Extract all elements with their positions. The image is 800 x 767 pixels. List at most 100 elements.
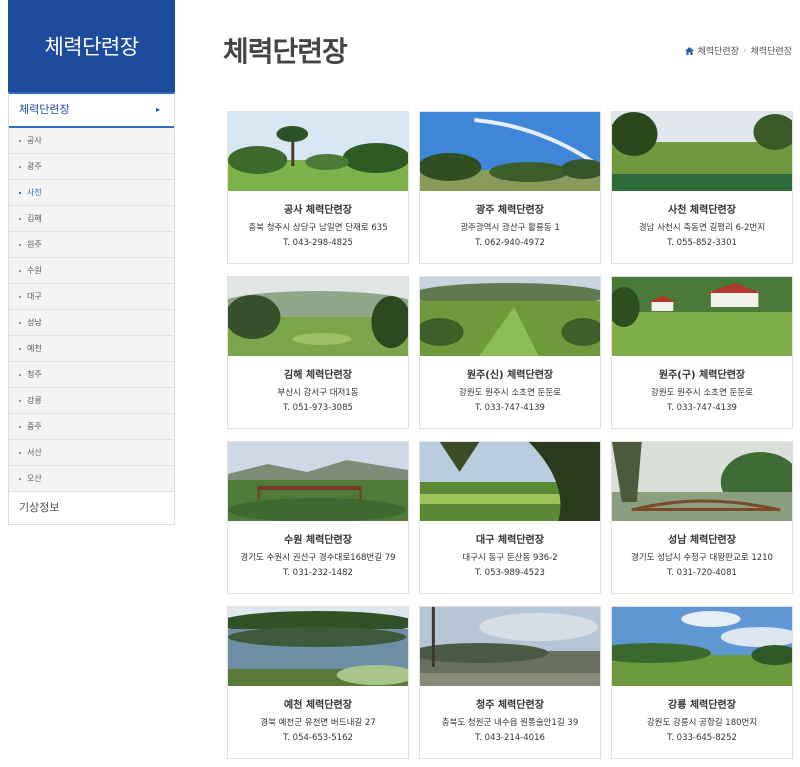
- bullet-icon: [19, 451, 21, 454]
- bullet-icon: [19, 165, 21, 168]
- facility-name: 수원 체력단련장: [284, 535, 352, 546]
- breadcrumb-item[interactable]: 체력단련장: [698, 44, 739, 57]
- facility-photo: [612, 442, 792, 521]
- facility-card[interactable]: 예천 체력단련장 경북 예천군 유천면 버드내길 27 T. 054-653-5…: [227, 606, 409, 759]
- facility-address: 강원도 원주시 소초면 둔둔로: [459, 388, 561, 398]
- facility-photo: [612, 112, 792, 191]
- facility-phone: T. 055-852-3301: [667, 238, 737, 248]
- sidebar-subitem[interactable]: 수원: [9, 258, 174, 284]
- facility-card[interactable]: 청주 체력단련장 충북도 청원군 내수읍 원통술안1길 39 T. 043-21…: [419, 606, 601, 759]
- bullet-icon: [19, 347, 21, 350]
- facility-name: 대구 체력단련장: [476, 535, 544, 546]
- facility-address: 광주광역시 광산구 활룡동 1: [460, 223, 560, 233]
- facility-address: 강원도 원주시 소초면 둔둔로: [651, 388, 753, 398]
- breadcrumb-item[interactable]: 체력단련장: [751, 44, 792, 57]
- facility-phone: T. 051-973-3085: [283, 403, 353, 413]
- facility-address: 충북 청주시 상당구 남일면 단재로 635: [248, 223, 388, 233]
- facility-name: 성남 체력단련장: [668, 535, 736, 546]
- facility-phone: T. 033-747-4139: [667, 403, 737, 413]
- bullet-icon: [19, 191, 21, 194]
- sidebar-subitem[interactable]: 공사: [9, 128, 174, 154]
- bullet-icon: [19, 477, 21, 480]
- sidebar-subitem[interactable]: 김해: [9, 206, 174, 232]
- bullet-icon: [19, 373, 21, 376]
- sidebar-subitem[interactable]: 중주: [9, 414, 174, 440]
- facility-name: 강릉 체력단련장: [668, 700, 736, 711]
- breadcrumb: 체력단련장 › 체력단련장: [684, 44, 792, 57]
- facility-name: 공사 체력단련장: [284, 205, 352, 216]
- bullet-icon: [19, 399, 21, 402]
- facility-address: 부산시 강서구 대저1동: [277, 388, 359, 398]
- facility-card[interactable]: 원주(신) 체력단련장 강원도 원주시 소초면 둔둔로 T. 033-747-4…: [419, 276, 601, 429]
- bullet-icon: [19, 425, 21, 428]
- sidebar-subitem[interactable]: 예천: [9, 336, 174, 362]
- sidebar-title: 체력단련장: [8, 0, 175, 92]
- facility-card[interactable]: 사천 체력단련장 경남 사천시 축동면 길평리 6-2번지 T. 055-852…: [611, 111, 793, 264]
- facility-card[interactable]: 광주 체력단련장 광주광역시 광산구 활룡동 1 T. 062-940-4972: [419, 111, 601, 264]
- facility-photo: [228, 442, 408, 521]
- facility-phone: T. 043-298-4825: [283, 238, 353, 248]
- facility-photo: [420, 607, 600, 686]
- chevron-right-icon: ▸: [155, 105, 160, 114]
- breadcrumb-separator: ›: [742, 45, 747, 56]
- facility-card[interactable]: 대구 체력단련장 대구시 동구 둔산동 936-2 T. 053-989-452…: [419, 441, 601, 594]
- facility-card[interactable]: 수원 체력단련장 경기도 수원시 권선구 경수대로168번길 79 T. 031…: [227, 441, 409, 594]
- facility-name: 청주 체력단련장: [476, 700, 544, 711]
- facility-address: 경남 사천시 축동면 길평리 6-2번지: [638, 223, 766, 233]
- facility-photo: [420, 277, 600, 356]
- facility-phone: T. 033-747-4139: [475, 403, 545, 413]
- sidebar-subitem[interactable]: 성남: [9, 310, 174, 336]
- facility-photo: [228, 607, 408, 686]
- sidebar-subitem[interactable]: 원주: [9, 232, 174, 258]
- sidebar-menu: 체력단련장 ▸ 공사 광주 사천 김해 원주 수원 대구 성남 예천 청주 강릉…: [8, 92, 175, 525]
- facility-card[interactable]: 강릉 체력단련장 강원도 강릉시 공항길 180번지 T. 033-645-82…: [611, 606, 793, 759]
- facility-phone: T. 062-940-4972: [475, 238, 545, 248]
- home-icon[interactable]: [684, 46, 694, 55]
- facility-photo: [420, 112, 600, 191]
- page-title: 체력단련장: [223, 35, 348, 68]
- facility-photo: [420, 442, 600, 521]
- facility-name: 사천 체력단련장: [668, 205, 736, 216]
- sidebar-subitem[interactable]: 서산: [9, 440, 174, 466]
- facility-card[interactable]: 성남 체력단련장 경기도 성남시 수정구 대왕판교로 1210 T. 031-7…: [611, 441, 793, 594]
- bullet-icon: [19, 295, 21, 298]
- facility-address: 경기도 성남시 수정구 대왕판교로 1210: [631, 553, 773, 563]
- facility-address: 경기도 수원시 권선구 경수대로168번길 79: [240, 553, 396, 563]
- bullet-icon: [19, 321, 21, 324]
- sidebar-item-active[interactable]: 체력단련장 ▸: [9, 94, 174, 128]
- facility-phone: T. 053-989-4523: [475, 568, 545, 578]
- facility-card[interactable]: 공사 체력단련장 충북 청주시 상당구 남일면 단재로 635 T. 043-2…: [227, 111, 409, 264]
- sidebar-subitem[interactable]: 오산: [9, 466, 174, 492]
- facility-phone: T. 031-720-4081: [667, 568, 737, 578]
- facility-name: 원주(구) 체력단련장: [658, 370, 746, 381]
- facility-phone: T. 054-653-5162: [283, 733, 353, 743]
- facility-name: 광주 체력단련장: [476, 205, 544, 216]
- facility-name: 예천 체력단련장: [284, 700, 352, 711]
- sidebar-subitem[interactable]: 대구: [9, 284, 174, 310]
- sidebar-subitem[interactable]: 청주: [9, 362, 174, 388]
- sidebar-item-label: 체력단련장: [19, 103, 70, 116]
- sidebar-subitem[interactable]: 강릉: [9, 388, 174, 414]
- facility-phone: T. 031-232-1482: [283, 568, 353, 578]
- sidebar-subitem-active[interactable]: 사천: [9, 180, 174, 206]
- facility-address: 대구시 동구 둔산동 936-2: [462, 553, 558, 563]
- sidebar-item-weather[interactable]: 기상정보: [9, 492, 174, 524]
- bullet-icon: [19, 269, 21, 272]
- bullet-icon: [19, 243, 21, 246]
- facility-address: 강원도 강릉시 공항길 180번지: [646, 718, 758, 728]
- facility-name: 김해 체력단련장: [284, 370, 352, 381]
- facility-phone: T. 033-645-8252: [667, 733, 737, 743]
- facility-photo: [228, 112, 408, 191]
- facility-address: 충북도 청원군 내수읍 원통술안1길 39: [441, 718, 579, 728]
- sidebar-subitem[interactable]: 광주: [9, 154, 174, 180]
- bullet-icon: [19, 217, 21, 220]
- facility-card[interactable]: 원주(구) 체력단련장 강원도 원주시 소초면 둔둔로 T. 033-747-4…: [611, 276, 793, 429]
- bullet-icon: [19, 139, 21, 142]
- facility-phone: T. 043-214-4016: [475, 733, 545, 743]
- facility-photo: [228, 277, 408, 356]
- facility-grid: 공사 체력단련장 충북 청주시 상당구 남일면 단재로 635 T. 043-2…: [227, 111, 793, 759]
- facility-photo: [612, 607, 792, 686]
- facility-name: 원주(신) 체력단련장: [466, 370, 554, 381]
- facility-photo: [612, 277, 792, 356]
- facility-card[interactable]: 김해 체력단련장 부산시 강서구 대저1동 T. 051-973-3085: [227, 276, 409, 429]
